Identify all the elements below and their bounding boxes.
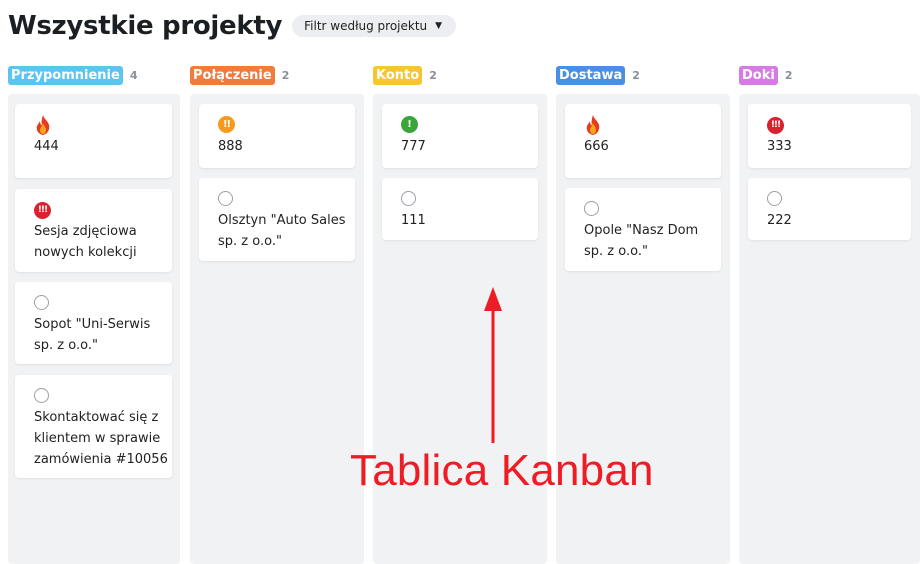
task-card[interactable]: 111 bbox=[382, 178, 538, 240]
card-text: Sopot "Uni-Serwis sp. z o.o." bbox=[34, 317, 151, 353]
priority-high-icon: !!! bbox=[34, 202, 51, 219]
column-header: Konto 2 bbox=[373, 64, 437, 86]
column-title[interactable]: Połączenie bbox=[190, 65, 275, 85]
circle-icon[interactable] bbox=[218, 191, 233, 206]
card-text: 333 bbox=[767, 139, 792, 154]
column-przypomnienie: Przypomnienie 4 444 !!! Sesja zdjęciowa … bbox=[8, 64, 180, 564]
column-doki: Doki 2 !!! 333 222 bbox=[739, 64, 920, 564]
page-title: Wszystkie projekty bbox=[8, 11, 283, 41]
task-card[interactable]: 666 bbox=[565, 104, 721, 178]
card-text: 444 bbox=[34, 139, 59, 154]
task-card[interactable]: ! 777 bbox=[382, 104, 538, 168]
circle-icon[interactable] bbox=[34, 295, 49, 310]
column-title[interactable]: Przypomnienie bbox=[8, 65, 123, 85]
fire-icon bbox=[584, 114, 721, 136]
column-konto: Konto 2 ! 777 111 bbox=[373, 64, 547, 564]
project-filter-dropdown[interactable]: Filtr według projektu ▼ bbox=[292, 15, 457, 37]
task-card[interactable]: 222 bbox=[748, 178, 911, 240]
priority-medium-icon: !! bbox=[218, 116, 235, 133]
caret-down-icon: ▼ bbox=[435, 21, 443, 31]
task-card[interactable]: !! 888 bbox=[199, 104, 355, 168]
card-text: 888 bbox=[218, 139, 243, 154]
column-header: Przypomnienie 4 bbox=[8, 64, 137, 86]
circle-icon[interactable] bbox=[34, 388, 49, 403]
card-text: 777 bbox=[401, 139, 426, 154]
card-text: 222 bbox=[767, 213, 792, 228]
task-card[interactable]: 444 bbox=[15, 104, 172, 178]
circle-icon[interactable] bbox=[767, 191, 782, 206]
column-title[interactable]: Dostawa bbox=[556, 65, 626, 85]
circle-icon[interactable] bbox=[584, 201, 599, 216]
column-header: Doki 2 bbox=[739, 64, 792, 86]
card-text: Skontaktować się z klientem w sprawie za… bbox=[34, 410, 168, 467]
page-header: Wszystkie projekty Filtr według projektu… bbox=[8, 6, 457, 46]
circle-icon[interactable] bbox=[401, 191, 416, 206]
column-count: 2 bbox=[784, 68, 793, 82]
task-card[interactable]: Opole "Nasz Dom sp. z o.o." bbox=[565, 188, 721, 271]
column-body: !! 888 Olsztyn "Auto Sales sp. z o.o." bbox=[190, 94, 364, 564]
task-card[interactable]: Olsztyn "Auto Sales sp. z o.o." bbox=[199, 178, 355, 261]
task-card[interactable]: !!! 333 bbox=[748, 104, 911, 168]
column-title[interactable]: Doki bbox=[739, 65, 778, 85]
column-body: 444 !!! Sesja zdjęciowa nowych kolekcji … bbox=[8, 94, 180, 564]
card-text: 111 bbox=[401, 213, 426, 228]
priority-high-icon: !!! bbox=[767, 117, 784, 134]
card-text: Sesja zdjęciowa nowych kolekcji bbox=[34, 224, 137, 260]
fire-icon bbox=[34, 114, 172, 136]
column-header: Połączenie 2 bbox=[190, 64, 289, 86]
card-text: Opole "Nasz Dom sp. z o.o." bbox=[584, 223, 699, 259]
column-dostawa: Dostawa 2 666 Opole "Nasz Dom sp. z o.o.… bbox=[556, 64, 730, 564]
task-card[interactable]: Sopot "Uni-Serwis sp. z o.o." bbox=[15, 282, 172, 364]
annotation-arrow-icon bbox=[484, 287, 502, 443]
filter-label: Filtr według projektu bbox=[304, 19, 428, 33]
task-card[interactable]: !!! Sesja zdjęciowa nowych kolekcji bbox=[15, 189, 172, 272]
priority-low-icon: ! bbox=[401, 116, 418, 133]
task-card[interactable]: Skontaktować się z klientem w sprawie za… bbox=[15, 375, 172, 478]
column-count: 2 bbox=[281, 68, 290, 82]
column-body: !!! 333 222 bbox=[739, 94, 920, 564]
column-polaczenie: Połączenie 2 !! 888 Olsztyn "Auto Sales … bbox=[190, 64, 364, 564]
column-count: 2 bbox=[429, 68, 437, 82]
column-count: 2 bbox=[632, 68, 640, 82]
column-title[interactable]: Konto bbox=[373, 65, 423, 85]
card-text: Olsztyn "Auto Sales sp. z o.o." bbox=[218, 213, 346, 249]
column-count: 4 bbox=[129, 68, 138, 82]
column-header: Dostawa 2 bbox=[556, 64, 640, 86]
card-text: 666 bbox=[584, 139, 609, 154]
annotation-label: Tablica Kanban bbox=[350, 446, 654, 495]
